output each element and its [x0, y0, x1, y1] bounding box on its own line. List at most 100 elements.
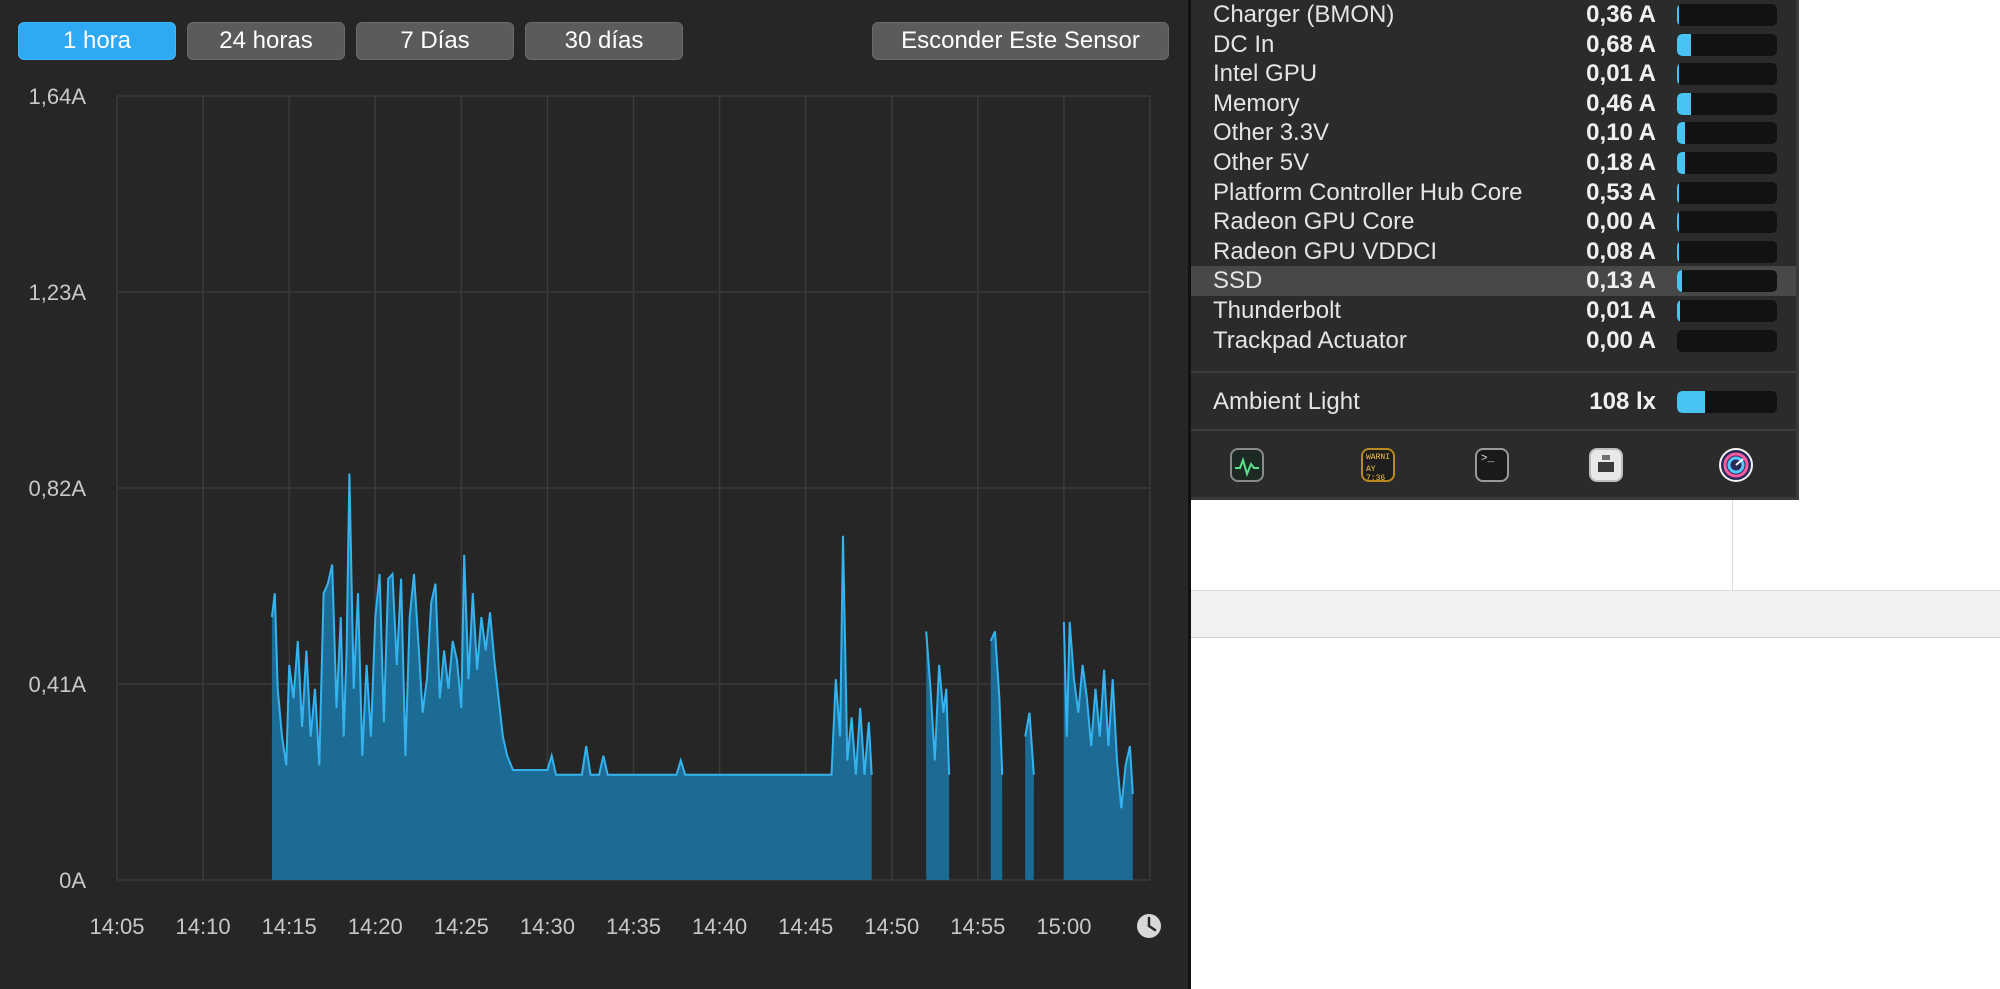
sensor-list-panel: Charger (BMON) 0,36 A DC In 0,68 A Intel GPU…: [1191, 0, 1799, 500]
sensor-level-bar: [1677, 329, 1777, 352]
area-fill: [1025, 712, 1034, 880]
sensor-row[interactable]: Trackpad Actuator 0,00 A: [1191, 326, 1796, 356]
x-tick-label: 15:00: [1036, 914, 1091, 939]
x-tick-label: 14:45: [778, 914, 833, 939]
chart-area-series: [270, 473, 1134, 880]
sensor-name: Thunderbolt: [1213, 297, 1342, 324]
sensor-name: Ambient Light: [1213, 388, 1360, 415]
sensor-level-fill: [1677, 181, 1679, 204]
sensor-row[interactable]: DC In 0,68 A: [1191, 30, 1796, 60]
activity-monitor-icon[interactable]: [1230, 448, 1264, 482]
sensor-value: 0,18 A: [1586, 149, 1656, 176]
sensor-value: 108 lx: [1589, 388, 1656, 415]
sensor-level-fill: [1677, 92, 1691, 115]
sensor-level-bar: [1677, 391, 1777, 413]
ambient-light-row[interactable]: Ambient Light 108 lx: [1191, 387, 1796, 417]
x-tick-label: 14:30: [520, 914, 575, 939]
sensor-level-fill: [1677, 240, 1679, 263]
sensor-value: 0,01 A: [1586, 297, 1656, 324]
console-icon-text: WARNI: [1366, 453, 1391, 462]
sensor-name: Radeon GPU VDDCI: [1213, 237, 1438, 265]
sensor-name: DC In: [1213, 30, 1275, 58]
sensor-row[interactable]: Other 3.3V 0,10 A: [1191, 118, 1796, 148]
sensor-name: Trackpad Actuator: [1213, 326, 1407, 354]
sensor-level-bar: [1677, 63, 1777, 86]
x-tick-label: 14:55: [950, 914, 1005, 939]
chart-panel: 1 hora 24 horas 7 Días 30 días Esconder …: [0, 0, 1188, 989]
sensor-row[interactable]: SSD 0,13 A: [1191, 266, 1796, 297]
y-tick-label: 0,41A: [29, 672, 87, 697]
sensor-level-fill: [1677, 122, 1685, 145]
sensor-name: SSD: [1213, 267, 1263, 295]
terminal-icon-text: >_: [1481, 453, 1495, 465]
sensor-name: Intel GPU: [1213, 60, 1318, 88]
area-fill: [1063, 621, 1133, 880]
sensor-row[interactable]: Radeon GPU VDDCI 0,08 A: [1191, 237, 1796, 267]
x-tick-label: 14:50: [864, 914, 919, 939]
sensor-row[interactable]: Platform Controller Hub Core 0,53 A: [1191, 178, 1796, 208]
console-icon-text: AY 7:36: [1366, 465, 1386, 483]
sensor-level-bar: [1677, 181, 1777, 204]
sensor-level-fill: [1677, 4, 1679, 26]
y-tick-label: 1,64A: [29, 84, 87, 109]
terminal-icon[interactable]: >_: [1475, 448, 1509, 482]
x-tick-label: 14:35: [606, 914, 661, 939]
sensor-row[interactable]: Charger (BMON) 0,36 A: [1191, 0, 1796, 30]
system-information-icon[interactable]: [1589, 448, 1623, 482]
x-tick-label: 14:15: [262, 914, 317, 939]
area-fill: [271, 473, 872, 880]
sensor-value: 0,08 A: [1586, 237, 1656, 265]
x-tick-label: 14:10: [176, 914, 231, 939]
x-tick-label: 14:25: [434, 914, 489, 939]
sensor-name: Other 5V: [1213, 149, 1310, 176]
sensor-row[interactable]: Thunderbolt 0,01 A: [1191, 296, 1796, 326]
sensor-level-fill: [1677, 152, 1685, 174]
sensor-value: 0,46 A: [1586, 89, 1656, 117]
y-tick-label: 1,23A: [29, 280, 87, 305]
sensor-name: Other 3.3V: [1213, 119, 1330, 147]
clock-icon[interactable]: [1137, 914, 1161, 938]
sensor-level-bar: [1677, 240, 1777, 263]
sensor-row[interactable]: Memory 0,46 A: [1191, 89, 1796, 119]
sensor-row[interactable]: Radeon GPU Core 0,00 A: [1191, 207, 1796, 237]
x-axis: 14:05 14:10 14:15 14:20 14:25 14:30 14:35 14:40…: [89, 914, 1091, 939]
separator: [1191, 429, 1796, 431]
istat-menus-icon[interactable]: [1719, 448, 1753, 482]
sensor-level-bar: [1677, 92, 1777, 115]
sensor-level-fill: [1677, 63, 1679, 86]
series-line: [270, 473, 873, 776]
sensor-level-bar: [1677, 4, 1777, 26]
console-icon[interactable]: WARNI AY 7:36: [1361, 448, 1395, 483]
sensor-level-fill: [1677, 270, 1682, 293]
sensor-level-fill: [1677, 33, 1691, 56]
sensor-level-fill: [1677, 391, 1705, 413]
sensor-name: Platform Controller Hub Core: [1213, 178, 1523, 206]
sensor-value: 0,53 A: [1586, 178, 1656, 206]
sensor-level-bar: [1677, 270, 1777, 293]
sensor-value: 0,68 A: [1586, 30, 1656, 58]
sensor-value: 0,00 A: [1586, 326, 1656, 354]
sensor-row[interactable]: Other 5V 0,18 A: [1191, 148, 1796, 178]
sensor-value: 0,10 A: [1586, 119, 1656, 147]
background-window-divider: [1732, 500, 1733, 590]
sensor-value: 0,00 A: [1586, 208, 1656, 236]
y-axis: 1,64A 1,23A 0,82A 0,41A 0A: [29, 84, 87, 893]
sensor-level-bar: [1677, 122, 1777, 145]
sensor-level-bar: [1677, 300, 1777, 322]
x-tick-label: 14:20: [348, 914, 403, 939]
sensor-row[interactable]: Intel GPU 0,01 A: [1191, 59, 1796, 89]
sensor-level-bar: [1677, 211, 1777, 234]
sensor-level-bar: [1677, 152, 1777, 174]
sensor-name: Radeon GPU Core: [1213, 208, 1415, 236]
x-tick-label: 14:05: [89, 914, 144, 939]
x-tick-label: 14:40: [692, 914, 747, 939]
y-tick-label: 0A: [59, 868, 86, 893]
sensor-name: Charger (BMON): [1213, 1, 1395, 28]
separator: [1191, 371, 1796, 373]
sensor-value: 0,36 A: [1586, 1, 1656, 28]
sensor-level-fill: [1677, 211, 1679, 234]
current-chart: 1,64A1,23A0,82A0,41A0A 14:05 14:10 14:15 14…: [29, 84, 1161, 939]
sensor-level-bar: [1677, 33, 1777, 56]
background-window: [1191, 590, 2000, 638]
sensor-value: 0,01 A: [1586, 60, 1656, 88]
